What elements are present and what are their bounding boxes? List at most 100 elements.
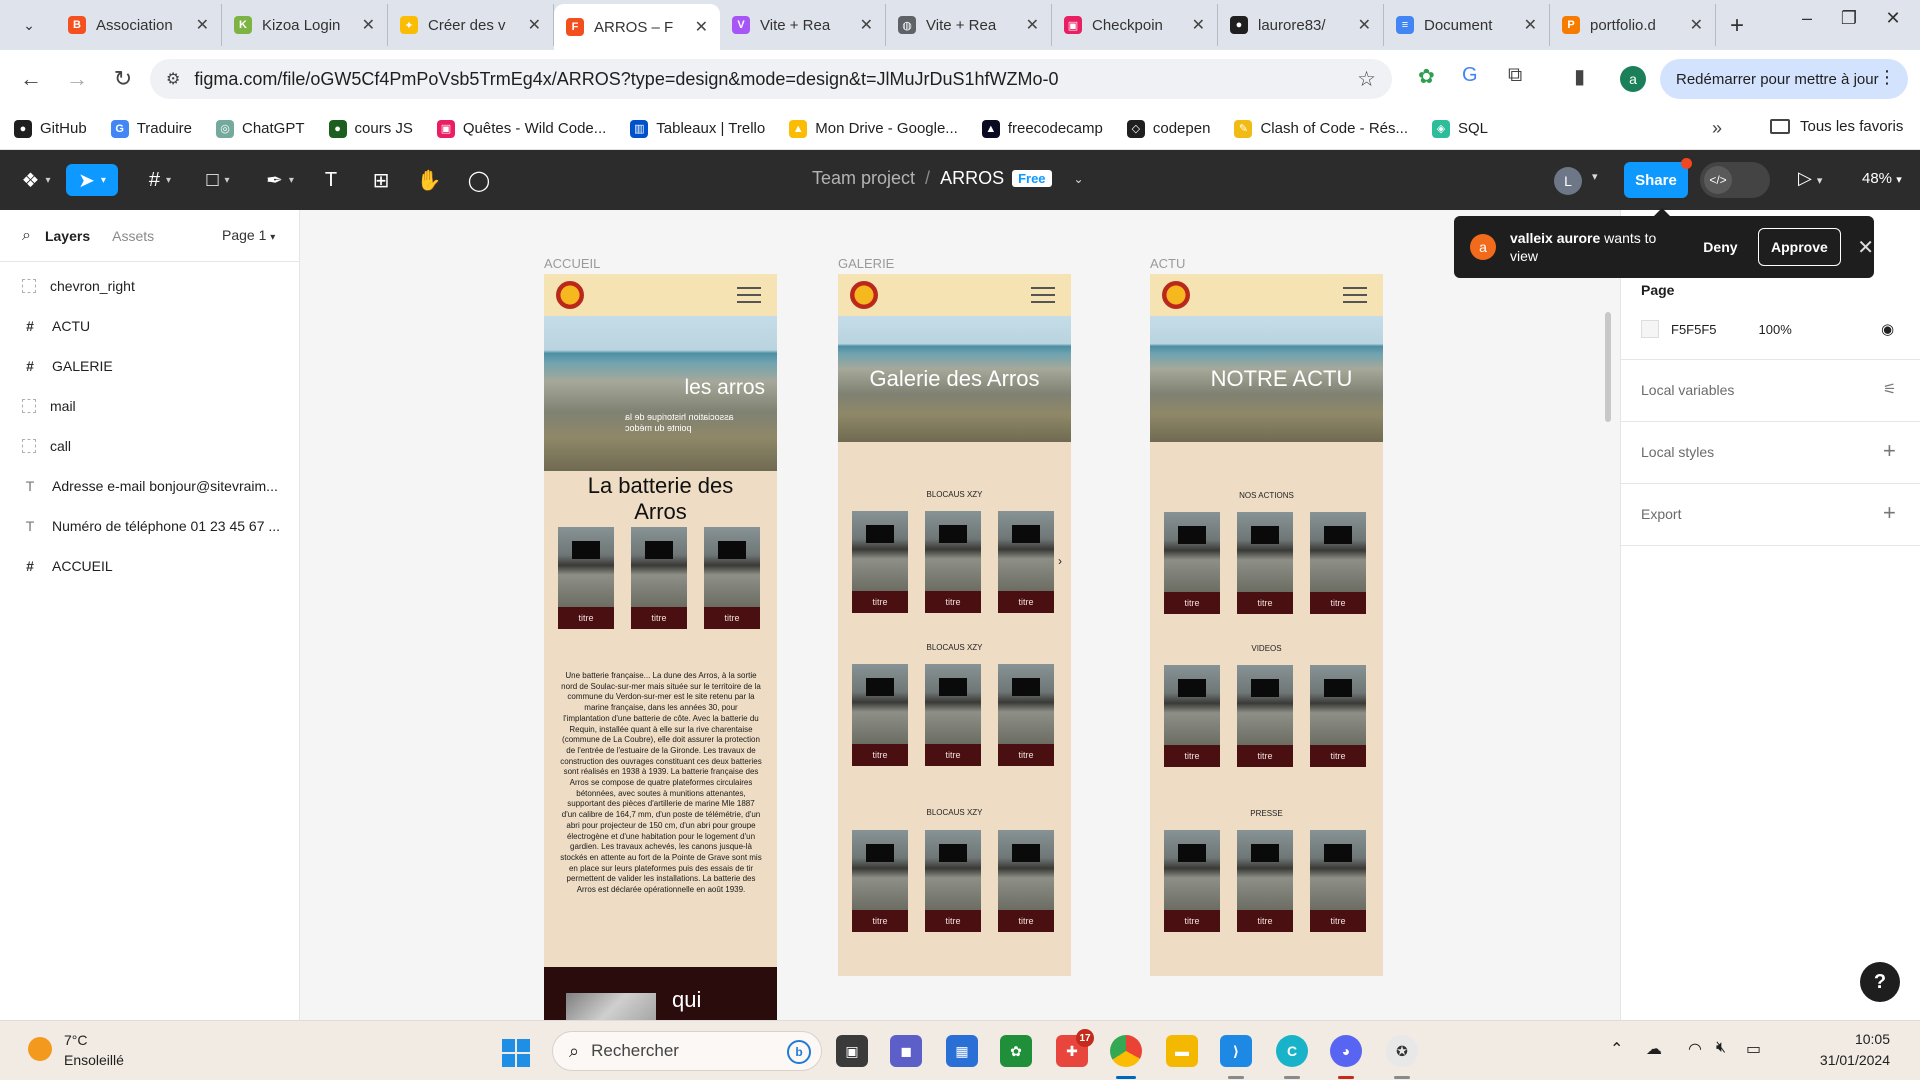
bookmark-item[interactable]: ▲ freecodecamp xyxy=(981,119,1103,138)
evernote-icon[interactable]: ✿ xyxy=(1000,1035,1032,1067)
bookmark-item[interactable]: ✎ Clash of Code - Rés... xyxy=(1234,119,1408,138)
file-explorer-icon[interactable]: ▬ xyxy=(1166,1035,1198,1067)
chrome-icon[interactable] xyxy=(1110,1035,1142,1067)
bookmark-item[interactable]: ▲ Mon Drive - Google... xyxy=(789,119,958,138)
browser-tab[interactable]: ● laurore83/ ✕ xyxy=(1218,4,1384,46)
shape-tool-button[interactable]: □ ▾ xyxy=(198,164,238,196)
cloud-icon[interactable]: ☁ xyxy=(1646,1039,1662,1059)
frame-galerie[interactable]: Galerie des Arros BLOCAUS XZY titre titre… xyxy=(838,274,1071,976)
present-play-icon[interactable]: ▷ ▾ xyxy=(1798,168,1822,189)
new-tab-button[interactable]: + xyxy=(1730,12,1744,40)
frame-tool-button[interactable]: # ▾ xyxy=(140,164,180,196)
forward-button[interactable]: → xyxy=(60,62,94,96)
browser-tab[interactable]: ▣ Checkpoin ✕ xyxy=(1052,4,1218,46)
browser-tab[interactable]: K Kizoa Login ✕ xyxy=(222,4,388,46)
battery-icon[interactable]: ▭ xyxy=(1746,1039,1761,1059)
close-window-button[interactable]: ✕ xyxy=(1870,8,1916,29)
browser-tab[interactable]: B Association ✕ xyxy=(56,4,222,46)
close-icon[interactable]: ✕ xyxy=(1192,15,1205,35)
frame-label-accueil[interactable]: ACCUEIL xyxy=(544,256,600,271)
bookmark-item[interactable]: ◇ codepen xyxy=(1126,119,1210,138)
side-panel-icon[interactable]: ▮ xyxy=(1574,64,1585,89)
close-icon[interactable]: ✕ xyxy=(362,15,375,35)
taskbar-search[interactable]: ⌕ Rechercher b xyxy=(552,1031,822,1071)
speaker-muted-icon[interactable]: 🔇︎ xyxy=(1716,1039,1726,1057)
browser-tab[interactable]: ✦ Créer des v ✕ xyxy=(388,4,554,46)
more-vert-icon[interactable]: ⋮ xyxy=(1878,67,1896,88)
frame-label-galerie[interactable]: GALERIE xyxy=(838,256,894,271)
bookmark-item[interactable]: G Traduire xyxy=(110,119,192,138)
bookmark-item[interactable]: ▥ Tableaux | Trello xyxy=(630,119,765,138)
search-icon[interactable]: ⌕ xyxy=(22,227,31,245)
file-menu-chevron-icon[interactable]: ⌄ xyxy=(1074,172,1084,186)
dev-mode-toggle[interactable]: </> xyxy=(1700,162,1770,198)
clock-date[interactable]: 31/01/2024 xyxy=(1790,1052,1890,1068)
share-button[interactable]: Share xyxy=(1624,158,1692,198)
pen-tool-button[interactable]: ✒ ▾ xyxy=(260,164,300,196)
layer-row[interactable]: mail xyxy=(0,386,299,426)
wifi-icon[interactable]: ◠ xyxy=(1688,1039,1702,1059)
photos-app-icon[interactable]: ✚ 17 xyxy=(1056,1029,1094,1067)
bookmark-item[interactable]: ◎ ChatGPT xyxy=(216,119,305,138)
browser-tab[interactable]: V Vite + Rea ✕ xyxy=(720,4,886,46)
weather-temperature[interactable]: 7°C xyxy=(64,1032,88,1048)
restore-button[interactable]: ❐ xyxy=(1826,8,1872,29)
extension-icon[interactable]: ✿ xyxy=(1418,64,1435,89)
bookmark-item[interactable]: ◈ SQL xyxy=(1432,119,1488,138)
windows-start-icon[interactable] xyxy=(502,1039,530,1067)
vscode-icon[interactable]: ⟩ xyxy=(1220,1035,1252,1067)
move-tool-button[interactable]: ➤ ▾ xyxy=(66,164,118,196)
zoom-level[interactable]: 48% ▾ xyxy=(1862,170,1902,187)
close-icon[interactable]: ✕ xyxy=(1524,15,1537,35)
color-swatch[interactable] xyxy=(1641,320,1659,338)
close-icon[interactable]: ✕ xyxy=(1690,15,1703,35)
close-icon[interactable]: ✕ xyxy=(528,15,541,35)
approve-button[interactable]: Approve xyxy=(1757,228,1842,266)
update-button[interactable]: Redémarrer pour mettre à jour ⋮ xyxy=(1660,59,1908,99)
browser-tab[interactable]: Pportfolio.d ✕ xyxy=(1550,4,1716,46)
layer-row[interactable]: T Numéro de téléphone 01 23 45 67 ... xyxy=(0,506,299,546)
page-color-value[interactable]: F5F5F5 xyxy=(1671,322,1717,337)
browser-tab[interactable]: ◍ Vite + Rea ✕ xyxy=(886,4,1052,46)
layer-row[interactable]: chevron_right xyxy=(0,266,299,306)
close-icon[interactable]: ✕ xyxy=(1358,15,1371,35)
comment-tool-button[interactable]: ◯ xyxy=(464,164,494,196)
layer-row[interactable]: # ACTU xyxy=(0,306,299,346)
page-fill-row[interactable]: F5F5F5 100% xyxy=(1641,320,1792,338)
frame-label-actu[interactable]: ACTU xyxy=(1150,256,1185,271)
discord-icon[interactable]: ◕ xyxy=(1330,1035,1362,1067)
puzzle-icon[interactable]: ⧉ xyxy=(1508,64,1522,87)
double-chevron-right-icon[interactable]: » xyxy=(1712,118,1722,139)
browser-tab[interactable]: ≡ Document ✕ xyxy=(1384,4,1550,46)
tab-layers[interactable]: Layers xyxy=(45,228,90,244)
local-variables-label[interactable]: Local variables xyxy=(1641,382,1734,398)
team-name[interactable]: Team project xyxy=(812,168,915,189)
frame-accueil[interactable]: les arros association historique de la p… xyxy=(544,274,777,1020)
close-icon[interactable]: ✕ xyxy=(1857,235,1874,260)
all-bookmarks[interactable]: Tous les favoris xyxy=(1770,118,1903,135)
close-icon[interactable]: ✕ xyxy=(695,17,708,37)
close-icon[interactable]: ✕ xyxy=(860,15,873,35)
layer-row[interactable]: # ACCUEIL xyxy=(0,546,299,586)
weather-description[interactable]: Ensoleillé xyxy=(64,1052,124,1068)
clock-time[interactable]: 10:05 xyxy=(1828,1031,1890,1047)
profile-avatar[interactable]: a xyxy=(1620,66,1646,92)
page-selector[interactable]: Page 1 ▾ xyxy=(222,227,275,243)
close-icon[interactable]: ✕ xyxy=(1026,15,1039,35)
bookmark-star-icon[interactable]: ☆ xyxy=(1357,67,1376,92)
minimize-button[interactable]: – xyxy=(1784,8,1830,29)
design-canvas[interactable]: ACCUEIL les arros association historique… xyxy=(300,210,1620,1020)
layer-row[interactable]: # GALERIE xyxy=(0,346,299,386)
bookmark-item[interactable]: ▣ Quêtes - Wild Code... xyxy=(436,119,606,138)
tab-search-button[interactable]: ⌄ xyxy=(12,8,46,42)
url-text[interactable]: figma.com/file/oGW5Cf4PmPoVsb5TrmEg4x/AR… xyxy=(194,69,1058,90)
canvas-scrollbar[interactable] xyxy=(1605,312,1611,422)
browser-tab[interactable]: F ARROS – F ✕ xyxy=(554,4,720,50)
chevron-down-icon[interactable]: ▾ xyxy=(1592,170,1598,183)
help-button[interactable]: ? xyxy=(1860,962,1900,1002)
export-label[interactable]: Export xyxy=(1641,506,1681,522)
user-avatar[interactable]: L xyxy=(1554,167,1582,195)
close-icon[interactable]: ✕ xyxy=(196,15,209,35)
site-info-icon[interactable]: ⚙ xyxy=(166,69,180,89)
layer-row[interactable]: call xyxy=(0,426,299,466)
